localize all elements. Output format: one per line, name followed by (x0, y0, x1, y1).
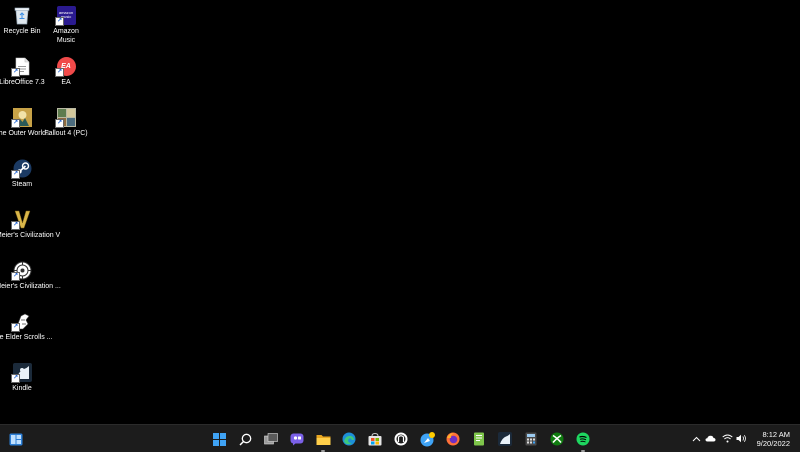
edge-button[interactable] (339, 429, 359, 449)
calculator-button[interactable] (521, 429, 541, 449)
compass-app-button[interactable] (417, 429, 437, 449)
desktop-icon-label: Amazon Music (53, 28, 79, 44)
file-explorer-button[interactable] (313, 429, 333, 452)
desktop-icon-label: EA (61, 79, 71, 86)
network-button[interactable] (722, 433, 733, 444)
microsoft-store-button[interactable] (365, 429, 385, 449)
shortcut-arrow-icon: ↗ (11, 170, 20, 179)
clock-date: 9/20/2022 (756, 439, 790, 448)
desktop-icon-fallout-4[interactable]: ↗ Fallout 4 (PC) (44, 107, 88, 139)
desktop-icon-elder-scrolls[interactable]: ↗ The Elder Scrolls ... (0, 311, 53, 343)
shortcut-arrow-icon: ↗ (11, 374, 20, 383)
spotify-icon (576, 432, 590, 446)
volume-button[interactable] (736, 433, 747, 444)
desktop-icon-kindle[interactable]: ↗ Kindle (0, 362, 44, 394)
start-button[interactable] (209, 429, 229, 449)
shortcut-arrow-icon: ↗ (55, 17, 64, 26)
desktop-icon-label: Steam (11, 181, 33, 188)
desktop-icon-steam[interactable]: ↗ Steam (0, 158, 44, 190)
search-button[interactable] (235, 429, 255, 449)
desktop-icon-label: Kindle (12, 385, 32, 392)
civilization-v-icon: V ↗ (11, 209, 32, 230)
shortcut-arrow-icon: ↗ (11, 68, 20, 77)
desktop[interactable]: Recycle Bin ↗ LibreOffice 7.3 ↗ The Oute… (0, 0, 800, 424)
desktop-icon-label: LibreOffice 7.3 (0, 79, 45, 86)
libreoffice-icon: ↗ (11, 56, 32, 77)
desktop-icon-label: Sid Meier's Civilization ... (0, 283, 61, 290)
kindle-icon: ↗ (11, 362, 32, 383)
app-circle-icon (394, 432, 408, 446)
widgets-icon (9, 433, 23, 445)
edge-icon (342, 432, 356, 446)
notepad-icon (473, 432, 484, 446)
calculator-icon (525, 432, 537, 446)
task-view-icon (264, 433, 278, 445)
clock-time: 8:12 AM (762, 430, 790, 439)
firefox-button[interactable] (443, 429, 463, 449)
kindle-taskbar-button[interactable] (495, 429, 515, 449)
app-circle-button[interactable] (391, 429, 411, 449)
wifi-icon (722, 434, 733, 443)
desktop-icon-outer-worlds[interactable]: ↗ The Outer Worlds (0, 107, 50, 139)
ea-icon: EA ↗ (55, 56, 76, 77)
outer-worlds-icon: ↗ (11, 107, 32, 128)
elder-scrolls-icon: ↗ (11, 311, 32, 332)
onedrive-icon (705, 435, 716, 442)
xbox-button[interactable] (547, 429, 567, 449)
search-icon (238, 433, 251, 446)
shortcut-arrow-icon: ↗ (55, 68, 64, 77)
desktop-icon-civilization-vi[interactable]: ↗ Sid Meier's Civilization ... (0, 260, 61, 292)
store-icon (368, 432, 382, 445)
compass-icon (420, 431, 435, 446)
desktop-icon-label: Fallout 4 (PC) (44, 130, 88, 137)
desktop-icon-label: Sid Meier's Civilization V (0, 232, 61, 239)
widgets-button[interactable] (6, 429, 26, 449)
file-explorer-icon (316, 434, 330, 445)
fallout-4-icon: ↗ (55, 107, 76, 128)
desktop-icon-civilization-v[interactable]: V ↗ Sid Meier's Civilization V (0, 209, 60, 241)
civilization-vi-icon: ↗ (11, 260, 32, 281)
chat-icon (290, 433, 304, 445)
desktop-icon-label: Recycle Bin (3, 28, 41, 35)
task-view-button[interactable] (261, 429, 281, 449)
desktop-icon-libreoffice[interactable]: ↗ LibreOffice 7.3 (0, 56, 45, 88)
shortcut-arrow-icon: ↗ (11, 272, 20, 281)
desktop-icon-ea[interactable]: EA ↗ EA (44, 56, 88, 88)
desktop-icon-amazon-music[interactable]: amazon music ↗ Amazon Music (44, 5, 88, 45)
chat-button[interactable] (287, 429, 307, 449)
steam-icon: ↗ (11, 158, 32, 179)
volume-icon (736, 434, 746, 443)
chevron-up-icon (692, 436, 701, 441)
windows-start-icon (212, 432, 226, 446)
desktop-icon-label: The Outer Worlds (0, 130, 50, 137)
spotify-button[interactable] (573, 429, 593, 452)
clock[interactable]: 8:12 AM 9/20/2022 (757, 430, 790, 448)
taskbar: 8:12 AM 9/20/2022 (0, 424, 800, 452)
show-hidden-icons-button[interactable] (691, 433, 702, 444)
recycle-bin-icon (12, 5, 32, 25)
shortcut-arrow-icon: ↗ (11, 221, 20, 230)
firefox-icon (446, 432, 460, 446)
notepad-button[interactable] (469, 429, 489, 449)
onedrive-button[interactable] (705, 433, 716, 444)
xbox-icon (550, 432, 564, 446)
kindle-icon (498, 432, 512, 446)
amazon-music-icon: amazon music ↗ (55, 5, 76, 26)
shortcut-arrow-icon: ↗ (11, 119, 20, 128)
desktop-icon-recycle-bin[interactable]: Recycle Bin (0, 5, 44, 37)
shortcut-arrow-icon: ↗ (11, 323, 20, 332)
shortcut-arrow-icon: ↗ (55, 119, 64, 128)
desktop-icon-label: The Elder Scrolls ... (0, 334, 53, 341)
